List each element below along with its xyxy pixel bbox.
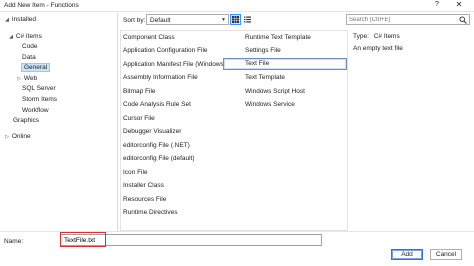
add-button[interactable]: Add bbox=[391, 249, 423, 260]
type-row: Type: C# Items bbox=[353, 33, 400, 40]
template-list: Component Class Application Configuratio… bbox=[120, 30, 348, 231]
template-item-label: Installer Class bbox=[123, 182, 164, 189]
tree-item-label: Storm Items bbox=[22, 96, 58, 103]
template-item-runtime-directives[interactable]: Runtime Directives bbox=[121, 208, 236, 218]
template-item-label: Windows Script Host bbox=[245, 88, 305, 95]
sort-by-label: Sort by: bbox=[123, 17, 146, 24]
type-value: C# Items bbox=[373, 33, 400, 40]
name-label: Name: bbox=[4, 238, 24, 245]
tree-item-general[interactable]: General bbox=[21, 63, 51, 72]
window-title: Add New Item - Functions bbox=[4, 2, 79, 9]
tree-item-label: Graphics bbox=[13, 117, 40, 124]
tree-item-data[interactable]: Data bbox=[22, 54, 36, 62]
template-item-debugger-visualizer[interactable]: Debugger Visualizer bbox=[121, 127, 236, 137]
search-input[interactable] bbox=[349, 16, 457, 24]
tree-item-label: SQL Server bbox=[22, 85, 56, 92]
collapsed-caret-icon[interactable]: ▷ bbox=[16, 75, 22, 83]
template-item-assembly-information-file[interactable]: Assembly Information File bbox=[121, 73, 236, 83]
template-item-label: Assembly Information File bbox=[123, 74, 198, 81]
template-item-installer-class[interactable]: Installer Class bbox=[121, 181, 236, 191]
tree-item-code[interactable]: Code bbox=[22, 43, 38, 51]
sort-by-dropdown[interactable]: Default ▼ bbox=[146, 14, 229, 25]
template-item-label: Component Class bbox=[123, 34, 175, 41]
template-item-label: Application Manifest File (Windows... bbox=[123, 61, 230, 68]
template-item-label: Code Analysis Rule Set bbox=[123, 101, 191, 108]
template-item-label: Runtime Text Template bbox=[245, 34, 311, 41]
template-item-editorconfig-dotnet[interactable]: editorconfig File (.NET) bbox=[121, 141, 236, 151]
tree-item-label: C# Items bbox=[15, 33, 42, 40]
template-item-cursor-file[interactable]: Cursor File bbox=[121, 114, 236, 124]
template-item-application-manifest-file[interactable]: Application Manifest File (Windows... bbox=[121, 60, 236, 70]
type-label: Type: bbox=[353, 33, 369, 40]
template-item-editorconfig-default[interactable]: editorconfig File (default) bbox=[121, 154, 236, 164]
template-item-label: editorconfig File (default) bbox=[123, 155, 195, 162]
grid-view-icon bbox=[232, 16, 239, 23]
title-bar: Add New Item - Functions ? ✕ bbox=[0, 0, 474, 12]
template-item-code-analysis-rule-set[interactable]: Code Analysis Rule Set bbox=[121, 100, 236, 110]
template-item-label: editorconfig File (.NET) bbox=[123, 142, 190, 149]
tree-item-label: Web bbox=[23, 75, 38, 82]
tree-item-graphics[interactable]: Graphics bbox=[13, 117, 39, 125]
cancel-button[interactable]: Cancel bbox=[430, 249, 462, 260]
list-view-icon bbox=[244, 16, 251, 23]
template-toolbar: Sort by: Default ▼ bbox=[120, 14, 350, 28]
template-item-icon-file[interactable]: Icon File bbox=[121, 168, 236, 178]
tree-item-csharp-items[interactable]: ◢ C# Items bbox=[8, 33, 42, 41]
template-item-resources-file[interactable]: Resources File bbox=[121, 195, 236, 205]
category-tree: ◢ Installed ◢ C# Items Code Data General… bbox=[0, 13, 118, 231]
tree-item-label: Installed bbox=[11, 16, 37, 23]
help-button[interactable]: ? bbox=[432, 1, 442, 8]
template-item-label: Settings File bbox=[245, 47, 281, 54]
template-item-label: Application Configuration File bbox=[123, 47, 208, 54]
tree-item-sql-server[interactable]: SQL Server bbox=[22, 85, 56, 93]
template-item-bitmap-file[interactable]: Bitmap File bbox=[121, 87, 236, 97]
template-item-label: Runtime Directives bbox=[123, 209, 178, 216]
template-item-text-file[interactable]: Text File bbox=[223, 58, 347, 70]
close-button[interactable]: ✕ bbox=[453, 0, 465, 9]
template-item-label: Resources File bbox=[123, 196, 167, 203]
tree-item-installed[interactable]: ◢ Installed bbox=[4, 16, 36, 24]
template-item-label: Debugger Visualizer bbox=[123, 128, 182, 135]
grid-view-button[interactable] bbox=[230, 14, 241, 25]
expanded-caret-icon[interactable]: ◢ bbox=[4, 16, 10, 24]
collapsed-caret-icon[interactable]: ▷ bbox=[4, 133, 10, 141]
tree-item-workflow[interactable]: Workflow bbox=[22, 107, 49, 115]
template-item-label: Bitmap File bbox=[123, 88, 156, 95]
tree-item-label: Data bbox=[22, 54, 36, 61]
template-item-label: Windows Service bbox=[245, 101, 295, 108]
template-item-text-template[interactable]: Text Template bbox=[243, 73, 347, 83]
template-item-component-class[interactable]: Component Class bbox=[121, 33, 236, 43]
tree-item-web[interactable]: ▷ Web bbox=[16, 75, 37, 83]
tree-item-online[interactable]: ▷ Online bbox=[4, 133, 31, 141]
chevron-down-icon: ▼ bbox=[221, 17, 226, 23]
tree-item-label: General bbox=[21, 63, 51, 72]
expanded-caret-icon[interactable]: ◢ bbox=[8, 33, 14, 41]
template-item-label: Icon File bbox=[123, 169, 148, 176]
tree-item-label: Workflow bbox=[22, 107, 49, 114]
annotation-highlight-box bbox=[60, 232, 106, 247]
template-item-runtime-text-template[interactable]: Runtime Text Template bbox=[243, 33, 347, 43]
search-icon[interactable] bbox=[459, 16, 467, 24]
tree-item-label: Online bbox=[11, 133, 31, 140]
details-pane: Type: C# Items An empty text file bbox=[350, 30, 472, 230]
template-item-label: Cursor File bbox=[123, 115, 155, 122]
sort-by-value: Default bbox=[150, 17, 171, 24]
search-box[interactable] bbox=[346, 14, 470, 25]
template-item-application-configuration-file[interactable]: Application Configuration File bbox=[121, 46, 236, 56]
template-item-windows-script-host[interactable]: Windows Script Host bbox=[243, 87, 347, 97]
template-item-windows-service[interactable]: Windows Service bbox=[243, 100, 347, 110]
template-item-label: Text File bbox=[245, 60, 270, 67]
tree-item-storm-items[interactable]: Storm Items bbox=[22, 96, 57, 104]
item-description: An empty text file bbox=[353, 45, 403, 52]
template-item-settings-file[interactable]: Settings File bbox=[243, 46, 347, 56]
template-item-label: Text Template bbox=[245, 74, 285, 81]
list-view-button[interactable] bbox=[242, 14, 253, 25]
tree-item-label: Code bbox=[22, 43, 38, 50]
